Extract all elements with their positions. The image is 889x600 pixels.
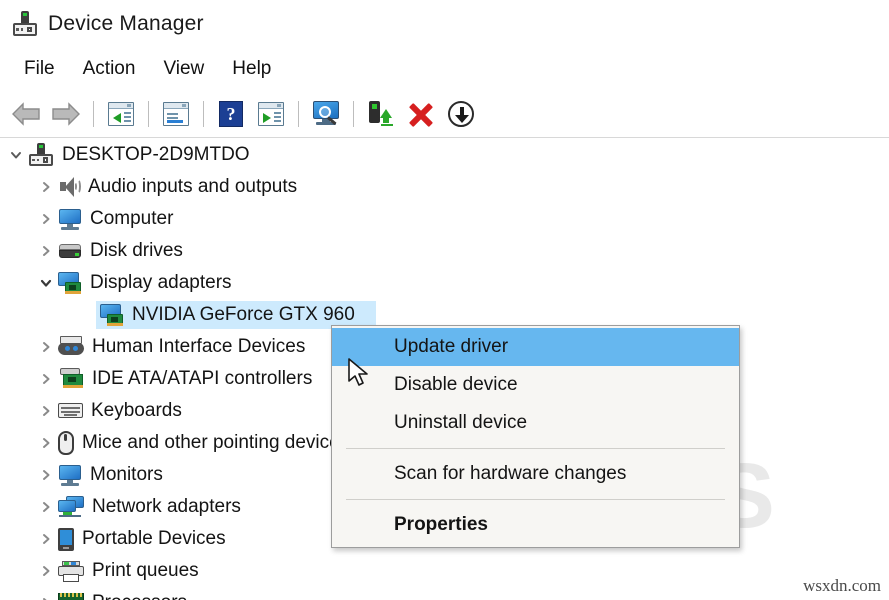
menu-help[interactable]: Help [218,55,285,83]
menu-bar: File Action View Help [0,48,889,90]
chevron-right-icon[interactable] [36,337,56,357]
tree-item-disk-drives[interactable]: Disk drives [0,235,889,267]
back-button[interactable] [6,94,46,134]
properties-button[interactable] [156,94,196,134]
tree-item-label: NVIDIA GeForce GTX 960 [132,304,355,325]
help-button[interactable]: ? [211,94,251,134]
chevron-right-icon[interactable] [36,465,56,485]
update-driver-icon [367,100,395,127]
keyboard-icon [58,402,83,420]
chevron-right-icon[interactable] [36,593,56,600]
scan-hardware-button[interactable] [306,94,346,134]
tree-item-label: Processors [92,592,187,600]
context-uninstall-device[interactable]: Uninstall device [332,404,739,442]
site-watermark: wsxdn.com [803,576,881,595]
chevron-right-icon[interactable] [36,401,56,421]
network-adapter-icon [58,496,84,518]
context-properties[interactable]: Properties [332,506,739,544]
chevron-right-icon[interactable] [36,561,56,581]
disable-device-button[interactable] [441,94,481,134]
menu-view[interactable]: View [149,55,218,83]
tree-root-label: DESKTOP-2D9MTDO [62,144,250,165]
console-tree-icon [108,101,134,126]
action-button[interactable] [251,94,291,134]
context-disable-device[interactable]: Disable device [332,366,739,404]
toolbar: ? [0,90,889,138]
disk-drive-icon [58,242,82,260]
context-menu[interactable]: Update driver Disable device Uninstall d… [331,325,740,548]
toolbar-separator [148,100,149,127]
properties-window-icon [163,101,189,126]
show-hide-console-tree-button[interactable] [101,94,141,134]
context-update-driver[interactable]: Update driver [332,328,739,366]
tree-item-label: Audio inputs and outputs [88,176,298,197]
chevron-down-icon[interactable] [36,273,56,293]
display-adapter-icon [100,304,124,326]
help-question-icon: ? [219,100,243,127]
context-menu-separator [346,499,725,500]
toolbar-separator [298,100,299,127]
printer-icon [58,560,84,582]
red-x-icon [408,101,434,127]
menu-action[interactable]: Action [69,55,150,83]
tree-item-label: Portable Devices [82,528,226,549]
action-play-icon [258,101,284,126]
device-manager-icon [12,11,38,37]
title-bar: Device Manager [0,0,889,48]
tree-item-label: Keyboards [91,400,182,421]
chevron-right-icon[interactable] [36,529,56,549]
tree-item-label: Display adapters [90,272,232,293]
tree-item-audio-inputs-and-outputs[interactable]: Audio inputs and outputs [0,171,889,203]
window-title: Device Manager [48,12,204,35]
monitor-magnifier-icon [311,100,341,127]
display-adapter-icon [58,272,82,294]
context-scan-hardware-changes[interactable]: Scan for hardware changes [332,455,739,493]
toolbar-separator [93,100,94,127]
chevron-right-icon[interactable] [36,209,56,229]
speaker-icon [58,176,81,198]
menu-file[interactable]: File [10,55,69,83]
toolbar-separator [203,100,204,127]
tree-item-label: IDE ATA/ATAPI controllers [92,368,313,389]
device-manager-window: Device Manager File Action View Help ? D… [0,0,889,600]
processor-icon [58,593,84,600]
chevron-right-icon[interactable] [36,177,56,197]
tree-item-label: Disk drives [90,240,183,261]
tree-root-node[interactable]: DESKTOP-2D9MTDO [0,139,889,171]
chevron-right-icon[interactable] [36,497,56,517]
human-interface-device-icon [58,336,84,358]
chevron-right-icon[interactable] [36,433,56,453]
mouse-icon [58,431,74,455]
portable-device-icon [58,527,74,551]
tree-item-label: Print queues [92,560,199,581]
chevron-right-icon[interactable] [36,369,56,389]
tree-item-print-queues[interactable]: Print queues [0,555,889,587]
chevron-right-icon[interactable] [36,241,56,261]
tree-item-label: Mice and other pointing devices [82,432,350,453]
tree-item-label: Human Interface Devices [92,336,306,357]
tree-item-display-adapters[interactable]: Display adapters [0,267,889,299]
forward-button[interactable] [46,94,86,134]
monitor-icon [58,208,82,230]
context-menu-separator [346,448,725,449]
monitor-icon [58,464,82,486]
tree-item-processors[interactable]: Processors [0,587,889,600]
update-driver-button[interactable] [361,94,401,134]
toolbar-separator [353,100,354,127]
computer-device-icon [28,143,54,167]
tree-item-label: Network adapters [92,496,241,517]
ide-controller-icon [58,368,84,390]
uninstall-device-button[interactable] [401,94,441,134]
forward-arrow-icon [51,101,81,127]
circled-down-arrow-icon [448,100,474,127]
tree-item-label: Computer [90,208,174,229]
back-arrow-icon [11,101,41,127]
tree-item-computer[interactable]: Computer [0,203,889,235]
chevron-down-icon[interactable] [6,145,26,165]
tree-item-label: Monitors [90,464,163,485]
mouse-cursor [348,358,368,386]
